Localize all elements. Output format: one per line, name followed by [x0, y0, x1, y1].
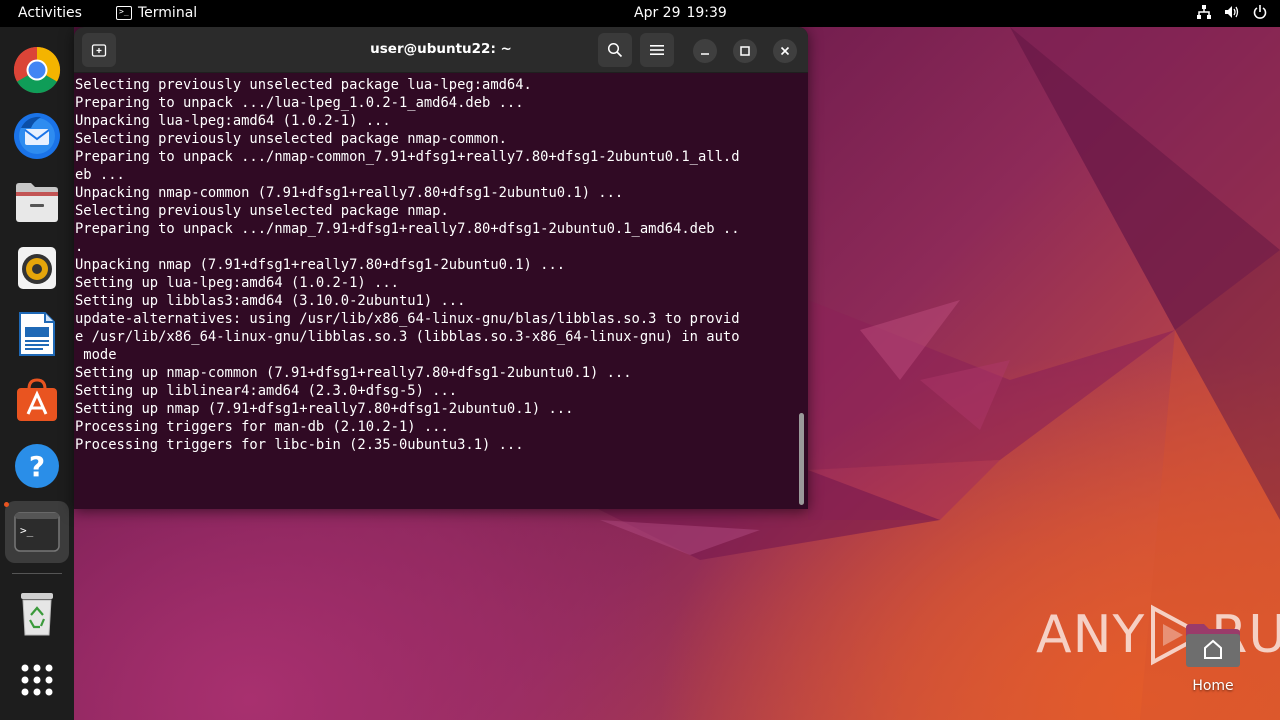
terminal-window: user@ubuntu22: ~ Selecting previously un…: [74, 27, 808, 509]
search-icon: [607, 42, 623, 58]
terminal-line: Selecting previously unselected package …: [75, 203, 449, 219]
terminal-line: update-alternatives: using /usr/lib/x86_…: [75, 311, 740, 327]
app-grid-icon: [21, 664, 53, 696]
home-folder-icon: [1186, 624, 1240, 667]
dock-libreoffice-writer[interactable]: [12, 309, 62, 359]
dock-show-applications[interactable]: [12, 655, 62, 705]
dock-ubuntu-software[interactable]: [12, 375, 62, 425]
dock-chrome[interactable]: [12, 45, 62, 95]
anyrun-watermark: ANY RUN: [1036, 604, 1280, 666]
dock: ? >_: [0, 27, 74, 720]
terminal-app-icon: >_: [116, 6, 132, 20]
terminal-line: Unpacking lua-lpeg:amd64 (1.0.2-1) ...: [75, 113, 391, 129]
rhythmbox-speaker-icon: [18, 247, 56, 289]
app-menu-label: Terminal: [138, 5, 198, 21]
terminal-line: Unpacking nmap-common (7.91+dfsg1+really…: [75, 185, 624, 201]
power-icon[interactable]: [1252, 4, 1268, 20]
terminal-line: Selecting previously unselected package …: [75, 131, 507, 147]
svg-text:?: ?: [29, 450, 45, 483]
svg-text:>_: >_: [20, 524, 34, 537]
terminal-line: Processing triggers for man-db (2.10.2-1…: [75, 419, 449, 435]
dock-trash[interactable]: [12, 589, 62, 639]
terminal-line: mode: [75, 347, 117, 363]
files-folder-icon: [16, 183, 58, 222]
clock[interactable]: Apr 29 19:39: [634, 5, 727, 21]
terminal-output[interactable]: Selecting previously unselected package …: [74, 73, 808, 509]
terminal-line: Setting up nmap-common (7.91+dfsg1+reall…: [75, 365, 632, 381]
new-tab-button[interactable]: [82, 33, 116, 67]
close-icon: [780, 46, 790, 56]
menu-button[interactable]: [640, 33, 674, 67]
home-folder-desktop-icon[interactable]: [1184, 622, 1242, 668]
maximize-button[interactable]: [733, 39, 757, 63]
clock-date: Apr 29: [634, 5, 681, 21]
terminal-line: Preparing to unpack .../lua-lpeg_1.0.2-1…: [75, 95, 524, 111]
terminal-line: Processing triggers for libc-bin (2.35-0…: [75, 437, 524, 453]
chrome-icon: [13, 46, 61, 94]
home-folder-label: Home: [1192, 678, 1234, 694]
top-bar: Activities >_ Terminal Apr 29 19:39: [0, 0, 1280, 27]
minimize-icon: [701, 53, 709, 55]
close-button[interactable]: [773, 39, 797, 63]
software-bag-icon: [17, 378, 57, 421]
watermark-any: ANY: [1036, 605, 1146, 665]
volume-icon[interactable]: [1224, 4, 1240, 20]
help-question-icon: ?: [15, 444, 59, 488]
terminal-headerbar[interactable]: user@ubuntu22: ~: [74, 27, 808, 73]
dock-rhythmbox[interactable]: [12, 243, 62, 293]
terminal-line: Preparing to unpack .../nmap-common_7.91…: [75, 149, 740, 165]
thunderbird-icon: [14, 113, 60, 159]
dock-terminal[interactable]: >_: [5, 501, 69, 563]
clock-time: 19:39: [686, 5, 727, 21]
app-menu[interactable]: >_ Terminal: [116, 5, 197, 21]
dock-thunderbird[interactable]: [12, 111, 62, 161]
minimize-button[interactable]: [693, 39, 717, 63]
new-tab-icon: [91, 44, 107, 57]
terminal-scrollbar[interactable]: [799, 413, 804, 505]
terminal-line: .: [75, 239, 84, 255]
activities-button[interactable]: Activities: [18, 5, 82, 21]
hamburger-menu-icon: [650, 45, 664, 55]
system-tray[interactable]: [1196, 4, 1268, 20]
terminal-line: Setting up libblas3:amd64 (3.10.0-2ubunt…: [75, 293, 466, 309]
dock-help[interactable]: ?: [12, 441, 62, 491]
dock-separator: [12, 573, 62, 574]
terminal-line: Setting up liblinear4:amd64 (2.3.0+dfsg-…: [75, 383, 458, 399]
terminal-line: eb ...: [75, 167, 125, 183]
terminal-line: Preparing to unpack .../nmap_7.91+dfsg1+…: [75, 221, 740, 237]
terminal-line: e /usr/lib/x86_64-linux-gnu/libblas.so.3…: [75, 329, 740, 345]
writer-document-icon: [19, 312, 55, 356]
maximize-icon: [740, 46, 750, 56]
trash-icon: [21, 593, 53, 636]
terminal-line: Selecting previously unselected package …: [75, 77, 532, 93]
dock-files[interactable]: [12, 177, 62, 227]
terminal-icon: >_: [14, 512, 60, 552]
terminal-line: Setting up nmap (7.91+dfsg1+really7.80+d…: [75, 401, 574, 417]
network-icon[interactable]: [1196, 4, 1212, 20]
terminal-line: Setting up lua-lpeg:amd64 (1.0.2-1) ...: [75, 275, 399, 291]
terminal-line: Unpacking nmap (7.91+dfsg1+really7.80+df…: [75, 257, 566, 273]
running-indicator: [4, 502, 9, 507]
search-button[interactable]: [598, 33, 632, 67]
